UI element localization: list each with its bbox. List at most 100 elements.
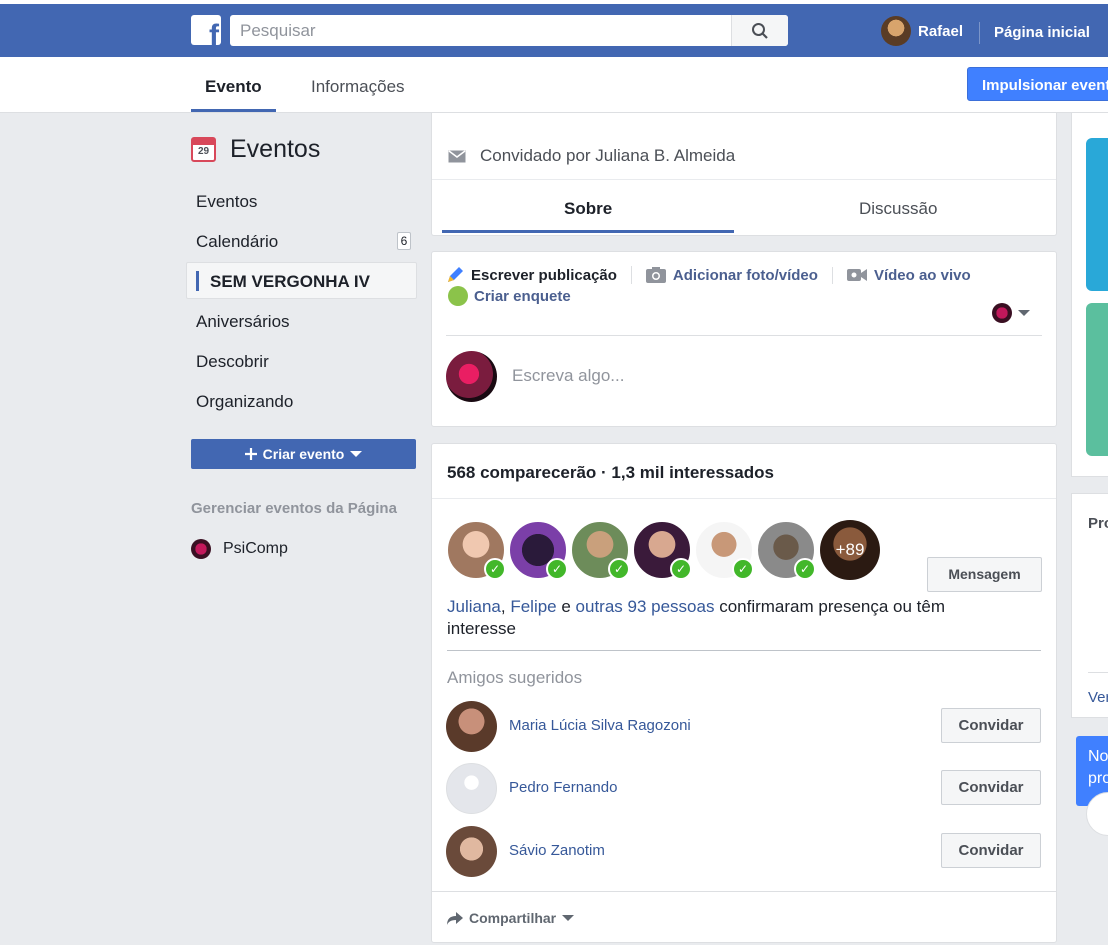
sidebar-title-text: Eventos <box>230 135 321 163</box>
user-name: Rafael <box>918 22 964 40</box>
page-avatar <box>992 303 1012 323</box>
avatar[interactable] <box>446 826 497 877</box>
check-icon: ✓ <box>670 558 692 580</box>
create-poll-label: Criar enquete <box>474 287 571 305</box>
separator-text: e <box>556 597 576 616</box>
active-tab-indicator <box>442 230 734 233</box>
add-photo-label: Adicionar foto/vídeo <box>672 266 818 284</box>
insights-tile[interactable] <box>1086 138 1108 291</box>
search-input[interactable] <box>230 15 731 46</box>
sidebar-item-calendar[interactable]: Calendário <box>196 232 278 252</box>
search-bar <box>230 15 788 46</box>
card-title: Pro <box>1088 515 1108 532</box>
avatar[interactable] <box>446 701 497 752</box>
friend-name[interactable]: Sávio Zanotim <box>509 842 605 859</box>
divider <box>1088 672 1108 673</box>
check-icon: ✓ <box>794 558 816 580</box>
tab-event[interactable]: Evento <box>205 77 262 97</box>
avatar[interactable] <box>446 763 497 814</box>
facebook-logo-icon[interactable]: f <box>191 15 221 45</box>
guests-card: 568 comparecerão · 1,3 mil interessados … <box>431 443 1057 943</box>
envelope-icon <box>448 149 466 162</box>
sidebar-item-discover[interactable]: Descobrir <box>196 352 269 372</box>
share-icon <box>447 911 463 925</box>
composer-avatar <box>446 351 497 402</box>
invite-button[interactable]: Convidar <box>941 833 1041 868</box>
composer-actions: Escrever publicação Adicionar foto/vídeo… <box>446 266 999 284</box>
sidebar-item-organizing[interactable]: Organizando <box>196 392 293 412</box>
write-post-button[interactable]: Escrever publicação <box>446 266 632 284</box>
others-link[interactable]: outras 93 pessoas <box>576 597 715 616</box>
video-camera-icon <box>846 269 867 281</box>
create-event-label: Criar evento <box>262 446 345 462</box>
sidebar-item-birthdays[interactable]: Aniversários <box>196 312 290 332</box>
tab-discussion[interactable]: Discussão <box>859 199 937 219</box>
calendar-count-badge: 6 <box>397 232 411 250</box>
page-avatar <box>191 539 211 559</box>
separator-text: , <box>500 597 511 616</box>
more-guests-button[interactable]: +89 <box>820 520 880 580</box>
create-event-button[interactable]: Criar evento <box>191 439 416 469</box>
divider <box>432 179 1056 180</box>
list-item: Maria Lúcia Silva Ragozoni Convidar <box>446 701 1042 753</box>
guest-link[interactable]: Juliana <box>447 597 501 616</box>
right-panel-card: Pro Ver <box>1071 493 1108 718</box>
pencil-icon <box>448 267 463 282</box>
post-as-selector[interactable] <box>992 303 1030 323</box>
check-icon: ✓ <box>732 558 754 580</box>
check-icon: ✓ <box>484 558 506 580</box>
divider <box>446 335 1042 336</box>
chevron-down-icon <box>350 451 363 457</box>
check-icon: ✓ <box>546 558 568 580</box>
profile-link[interactable]: Rafael <box>881 16 963 46</box>
live-video-label: Vídeo ao vivo <box>873 266 971 284</box>
message-button[interactable]: Mensagem <box>927 557 1042 592</box>
search-button[interactable] <box>731 15 788 46</box>
poll-icon <box>448 286 468 306</box>
invite-text: Convidado por Juliana B. Almeida <box>480 146 736 165</box>
calendar-icon: 29 <box>191 137 216 162</box>
list-item: Sávio Zanotim Convidar <box>446 826 1042 878</box>
sidebar-item-label: SEM VERGONHA IV <box>210 272 370 291</box>
guests-summary[interactable]: 568 comparecerão · 1,3 mil interessados <box>447 463 774 483</box>
friend-name[interactable]: Maria Lúcia Silva Ragozoni <box>509 717 691 734</box>
guests-description: Juliana, Felipe e outras 93 pessoas conf… <box>447 596 947 640</box>
home-link[interactable]: Página inicial <box>994 24 1090 41</box>
manage-events-heading: Gerenciar eventos da Página <box>191 500 397 517</box>
sidebar-title: 29 Eventos <box>191 135 320 164</box>
sidebar-item-current-event[interactable]: SEM VERGONHA IV <box>186 262 417 299</box>
tab-info[interactable]: Informações <box>311 77 405 97</box>
live-video-button[interactable]: Vídeo ao vivo <box>846 266 985 284</box>
search-icon <box>752 22 768 39</box>
tab-about[interactable]: Sobre <box>564 199 612 219</box>
chevron-down-icon <box>1018 310 1030 316</box>
share-button[interactable]: Compartilhar <box>447 910 575 926</box>
divider <box>432 891 1056 892</box>
boost-event-button[interactable]: Impulsionar evento <box>967 67 1108 101</box>
sidebar-item-events[interactable]: Eventos <box>196 192 257 212</box>
guest-link[interactable]: Felipe <box>510 597 556 616</box>
friend-name[interactable]: Pedro Fernando <box>509 779 617 796</box>
event-tabbar: Evento Informações Impulsionar evento <box>0 57 1108 113</box>
sidebar-item-page[interactable]: PsiComp <box>191 539 288 559</box>
share-label: Compartilhar <box>469 910 557 926</box>
list-item: Pedro Fernando Convidar <box>446 763 1042 815</box>
invite-button[interactable]: Convidar <box>941 708 1041 743</box>
see-more-link[interactable]: Ver <box>1088 689 1108 706</box>
chevron-down-icon <box>562 915 575 921</box>
divider <box>447 650 1041 651</box>
create-poll-button[interactable]: Criar enquete <box>448 286 571 306</box>
invite-button[interactable]: Convidar <box>941 770 1041 805</box>
post-input[interactable]: Escreva algo... <box>512 366 624 386</box>
composer-card: Escrever publicação Adicionar foto/vídeo… <box>431 251 1057 427</box>
camera-icon <box>645 267 666 283</box>
divider <box>432 498 1056 499</box>
plus-icon <box>244 448 257 460</box>
divider <box>979 22 980 44</box>
top-navbar: f Rafael Página inicial <box>0 0 1108 57</box>
page-name: PsiComp <box>223 540 288 557</box>
add-photo-button[interactable]: Adicionar foto/vídeo <box>645 266 833 284</box>
promo-tile[interactable] <box>1086 303 1108 456</box>
active-tab-indicator <box>191 109 276 112</box>
suggested-friends-heading: Amigos sugeridos <box>447 668 583 687</box>
